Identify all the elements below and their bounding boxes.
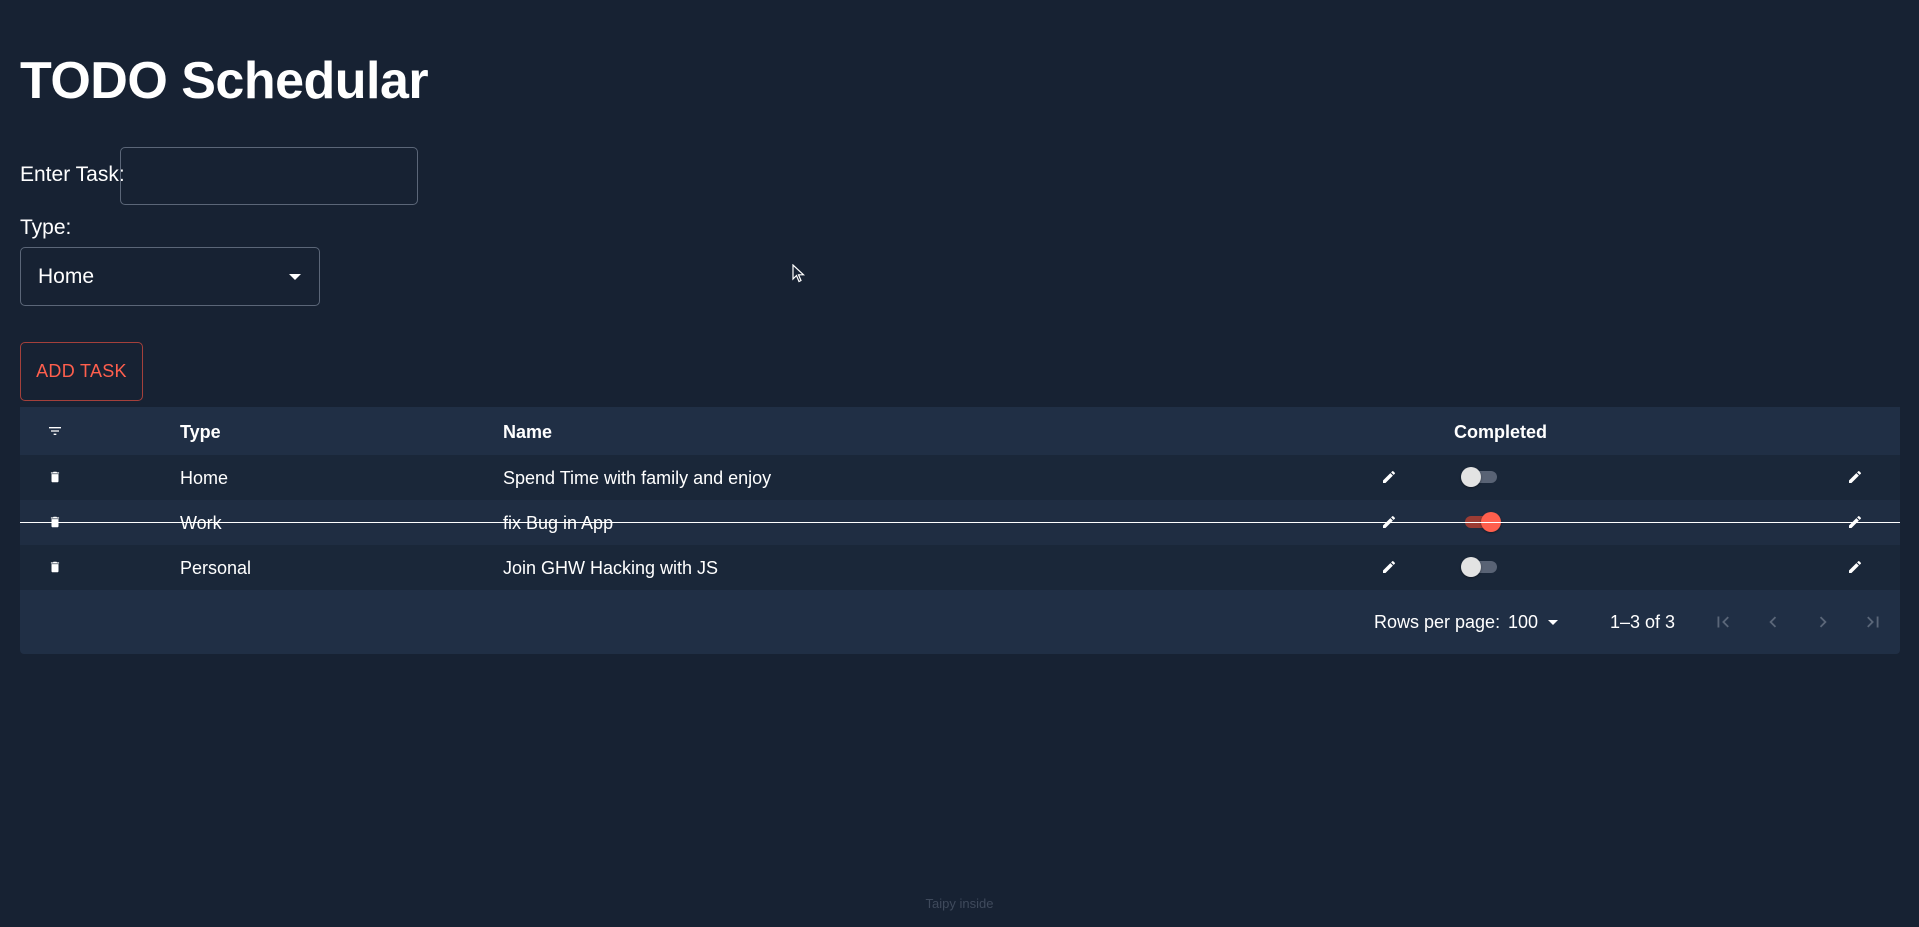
pagination: Rows per page: 100 1–3 of 3 (20, 590, 1900, 654)
last-page-icon[interactable] (1861, 610, 1885, 634)
row-name: fix Bug in App (503, 513, 614, 533)
app-root: TODO Schedular Enter Task: Type: Home AD… (0, 0, 1919, 927)
table-row: Home Spend Time with family and enjoy (20, 455, 1900, 500)
rows-per-page-value: 100 (1508, 612, 1539, 632)
chevron-down-icon (289, 274, 301, 280)
first-page-icon[interactable] (1711, 610, 1735, 634)
edit-completed-icon[interactable] (1845, 557, 1865, 577)
column-header-type[interactable]: Type (180, 422, 221, 442)
task-table: Type Name Completed Home Spend Time with… (20, 407, 1900, 654)
completed-strikethrough (20, 522, 1900, 523)
row-name: Spend Time with family and enjoy (503, 468, 772, 488)
table-header: Type Name Completed (20, 407, 1900, 455)
edit-name-icon[interactable] (1379, 557, 1399, 577)
task-label: Enter Task: (20, 163, 125, 186)
edit-completed-icon[interactable] (1845, 467, 1865, 487)
table-row: Personal Join GHW Hacking with JS (20, 545, 1900, 590)
add-task-button[interactable]: ADD TASK (20, 342, 143, 401)
rows-per-page-select[interactable]: 100 (1508, 611, 1560, 633)
filter-icon[interactable] (45, 421, 65, 441)
pagination-range: 1–3 of 3 (1610, 612, 1676, 632)
page-title: TODO Schedular (20, 52, 429, 110)
column-header-completed[interactable]: Completed (1454, 422, 1547, 442)
chevron-down-icon (1548, 620, 1559, 625)
next-page-icon[interactable] (1811, 610, 1835, 634)
column-header-name[interactable]: Name (503, 422, 552, 442)
delete-icon[interactable] (45, 557, 65, 577)
mouse-cursor-icon (792, 263, 806, 289)
type-label: Type: (20, 216, 72, 239)
task-input[interactable] (120, 147, 418, 205)
previous-page-icon[interactable] (1761, 610, 1785, 634)
row-name: Join GHW Hacking with JS (503, 558, 719, 578)
edit-name-icon[interactable] (1379, 467, 1399, 487)
row-type: Home (180, 468, 229, 488)
row-type: Personal (180, 558, 252, 578)
delete-icon[interactable] (45, 467, 65, 487)
type-select-value: Home (38, 264, 95, 288)
row-type: Work (180, 513, 222, 533)
type-select[interactable]: Home (20, 247, 320, 306)
completed-toggle[interactable] (1461, 557, 1501, 577)
footer-text: Taipy inside (925, 896, 994, 911)
rows-per-page-label: Rows per page: (1374, 612, 1501, 632)
completed-toggle[interactable] (1461, 467, 1501, 487)
